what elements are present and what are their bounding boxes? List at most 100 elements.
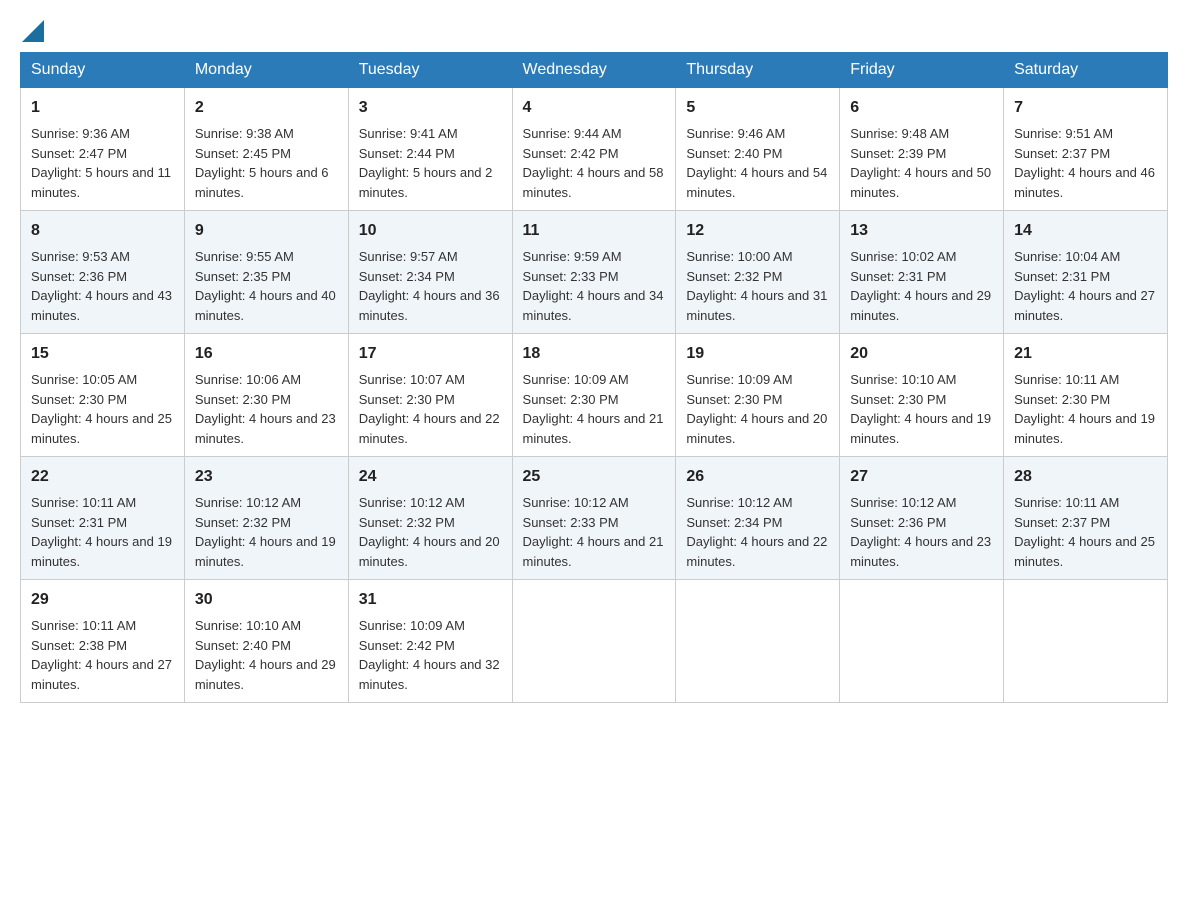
daylight-text: Daylight: 4 hours and 19 minutes. bbox=[850, 411, 991, 446]
sunset-text: Sunset: 2:39 PM bbox=[850, 146, 946, 161]
sunset-text: Sunset: 2:32 PM bbox=[359, 515, 455, 530]
sunset-text: Sunset: 2:44 PM bbox=[359, 146, 455, 161]
calendar-cell: 7Sunrise: 9:51 AMSunset: 2:37 PMDaylight… bbox=[1004, 88, 1168, 211]
daylight-text: Daylight: 4 hours and 31 minutes. bbox=[686, 288, 827, 323]
daylight-text: Daylight: 4 hours and 20 minutes. bbox=[359, 534, 500, 569]
sunset-text: Sunset: 2:31 PM bbox=[1014, 269, 1110, 284]
calendar-cell: 26Sunrise: 10:12 AMSunset: 2:34 PMDaylig… bbox=[676, 457, 840, 580]
sunset-text: Sunset: 2:30 PM bbox=[195, 392, 291, 407]
calendar-cell: 30Sunrise: 10:10 AMSunset: 2:40 PMDaylig… bbox=[184, 580, 348, 703]
daylight-text: Daylight: 4 hours and 21 minutes. bbox=[523, 534, 664, 569]
daylight-text: Daylight: 4 hours and 36 minutes. bbox=[359, 288, 500, 323]
sunrise-text: Sunrise: 10:12 AM bbox=[850, 495, 956, 510]
sunrise-text: Sunrise: 9:59 AM bbox=[523, 249, 622, 264]
day-header-wednesday: Wednesday bbox=[512, 53, 676, 88]
sunset-text: Sunset: 2:40 PM bbox=[686, 146, 782, 161]
calendar-week-row: 1Sunrise: 9:36 AMSunset: 2:47 PMDaylight… bbox=[21, 88, 1168, 211]
calendar-cell: 16Sunrise: 10:06 AMSunset: 2:30 PMDaylig… bbox=[184, 334, 348, 457]
calendar-cell: 31Sunrise: 10:09 AMSunset: 2:42 PMDaylig… bbox=[348, 580, 512, 703]
calendar-cell: 24Sunrise: 10:12 AMSunset: 2:32 PMDaylig… bbox=[348, 457, 512, 580]
sunset-text: Sunset: 2:37 PM bbox=[1014, 146, 1110, 161]
day-number: 12 bbox=[686, 219, 829, 243]
day-header-monday: Monday bbox=[184, 53, 348, 88]
sunrise-text: Sunrise: 10:02 AM bbox=[850, 249, 956, 264]
sunrise-text: Sunrise: 9:53 AM bbox=[31, 249, 130, 264]
calendar-cell bbox=[840, 580, 1004, 703]
daylight-text: Daylight: 4 hours and 25 minutes. bbox=[31, 411, 172, 446]
day-number: 4 bbox=[523, 96, 666, 120]
sunrise-text: Sunrise: 10:11 AM bbox=[31, 495, 136, 510]
sunrise-text: Sunrise: 10:11 AM bbox=[1014, 495, 1119, 510]
calendar-cell: 8Sunrise: 9:53 AMSunset: 2:36 PMDaylight… bbox=[21, 211, 185, 334]
calendar-table: SundayMondayTuesdayWednesdayThursdayFrid… bbox=[20, 52, 1168, 703]
daylight-text: Daylight: 4 hours and 29 minutes. bbox=[195, 657, 336, 692]
day-number: 9 bbox=[195, 219, 338, 243]
calendar-cell: 11Sunrise: 9:59 AMSunset: 2:33 PMDayligh… bbox=[512, 211, 676, 334]
day-number: 25 bbox=[523, 465, 666, 489]
daylight-text: Daylight: 4 hours and 32 minutes. bbox=[359, 657, 500, 692]
sunrise-text: Sunrise: 9:46 AM bbox=[686, 126, 785, 141]
sunset-text: Sunset: 2:36 PM bbox=[850, 515, 946, 530]
day-number: 14 bbox=[1014, 219, 1157, 243]
day-number: 15 bbox=[31, 342, 174, 366]
calendar-cell: 29Sunrise: 10:11 AMSunset: 2:38 PMDaylig… bbox=[21, 580, 185, 703]
sunrise-text: Sunrise: 10:05 AM bbox=[31, 372, 137, 387]
sunrise-text: Sunrise: 10:09 AM bbox=[686, 372, 792, 387]
sunrise-text: Sunrise: 9:55 AM bbox=[195, 249, 294, 264]
sunset-text: Sunset: 2:34 PM bbox=[359, 269, 455, 284]
logo bbox=[20, 20, 44, 42]
calendar-cell: 5 Sunrise: 9:46 AM Sunset: 2:40 PM Daylight… bbox=[676, 88, 840, 211]
sunrise-text: Sunrise: 9:48 AM bbox=[850, 126, 949, 141]
sunset-text: Sunset: 2:35 PM bbox=[195, 269, 291, 284]
sunrise-text: Sunrise: 10:07 AM bbox=[359, 372, 465, 387]
day-number: 8 bbox=[31, 219, 174, 243]
calendar-cell: 21Sunrise: 10:11 AMSunset: 2:30 PMDaylig… bbox=[1004, 334, 1168, 457]
sunset-text: Sunset: 2:30 PM bbox=[850, 392, 946, 407]
day-number: 28 bbox=[1014, 465, 1157, 489]
daylight-text: Daylight: 5 hours and 2 minutes. bbox=[359, 165, 493, 200]
day-header-tuesday: Tuesday bbox=[348, 53, 512, 88]
daylight-text: Daylight: 4 hours and 54 minutes. bbox=[686, 165, 827, 200]
day-number: 27 bbox=[850, 465, 993, 489]
daylight-text: Daylight: 4 hours and 20 minutes. bbox=[686, 411, 827, 446]
day-number: 23 bbox=[195, 465, 338, 489]
sunrise-text: Sunrise: 10:10 AM bbox=[195, 618, 301, 633]
sunset-text: Sunset: 2:30 PM bbox=[523, 392, 619, 407]
sunrise-text: Sunrise: 10:00 AM bbox=[686, 249, 792, 264]
sunrise-text: Sunrise: 9:38 AM bbox=[195, 126, 294, 141]
day-header-saturday: Saturday bbox=[1004, 53, 1168, 88]
sunrise-text: Sunrise: 10:06 AM bbox=[195, 372, 301, 387]
calendar-cell: 3Sunrise: 9:41 AMSunset: 2:44 PMDaylight… bbox=[348, 88, 512, 211]
daylight-text: Daylight: 4 hours and 40 minutes. bbox=[195, 288, 336, 323]
calendar-week-row: 22Sunrise: 10:11 AMSunset: 2:31 PMDaylig… bbox=[21, 457, 1168, 580]
calendar-cell: 15Sunrise: 10:05 AMSunset: 2:30 PMDaylig… bbox=[21, 334, 185, 457]
sunset-text: Sunset: 2:32 PM bbox=[686, 269, 782, 284]
sunrise-text: Sunrise: 9:44 AM bbox=[523, 126, 622, 141]
sunrise-text: Sunrise: 10:10 AM bbox=[850, 372, 956, 387]
calendar-cell: 10Sunrise: 9:57 AMSunset: 2:34 PMDayligh… bbox=[348, 211, 512, 334]
day-number: 1 bbox=[31, 96, 174, 120]
day-number: 24 bbox=[359, 465, 502, 489]
sunset-text: Sunset: 2:30 PM bbox=[359, 392, 455, 407]
calendar-cell: 6Sunrise: 9:48 AMSunset: 2:39 PMDaylight… bbox=[840, 88, 1004, 211]
day-number: 5 bbox=[686, 96, 829, 120]
day-number: 31 bbox=[359, 588, 502, 612]
calendar-cell: 17Sunrise: 10:07 AMSunset: 2:30 PMDaylig… bbox=[348, 334, 512, 457]
daylight-text: Daylight: 4 hours and 27 minutes. bbox=[31, 657, 172, 692]
day-number: 16 bbox=[195, 342, 338, 366]
calendar-cell: 1Sunrise: 9:36 AMSunset: 2:47 PMDaylight… bbox=[21, 88, 185, 211]
sunrise-text: Sunrise: 9:51 AM bbox=[1014, 126, 1113, 141]
sunset-text: Sunset: 2:37 PM bbox=[1014, 515, 1110, 530]
calendar-cell: 28Sunrise: 10:11 AMSunset: 2:37 PMDaylig… bbox=[1004, 457, 1168, 580]
day-number: 19 bbox=[686, 342, 829, 366]
sunset-text: Sunset: 2:45 PM bbox=[195, 146, 291, 161]
day-number: 26 bbox=[686, 465, 829, 489]
calendar-week-row: 15 Sunrise: 10:05 AM Sunset: 2:30 PM Daylig… bbox=[21, 334, 1168, 457]
sunrise-text: Sunrise: 10:11 AM bbox=[31, 618, 136, 633]
sunrise-text: Sunrise: 9:36 AM bbox=[31, 126, 130, 141]
daylight-text: Daylight: 4 hours and 22 minutes. bbox=[686, 534, 827, 569]
day-number: 10 bbox=[359, 219, 502, 243]
sunset-text: Sunset: 2:38 PM bbox=[31, 638, 127, 653]
page-header bbox=[20, 20, 1168, 42]
sunrise-text: Sunrise: 10:12 AM bbox=[686, 495, 792, 510]
